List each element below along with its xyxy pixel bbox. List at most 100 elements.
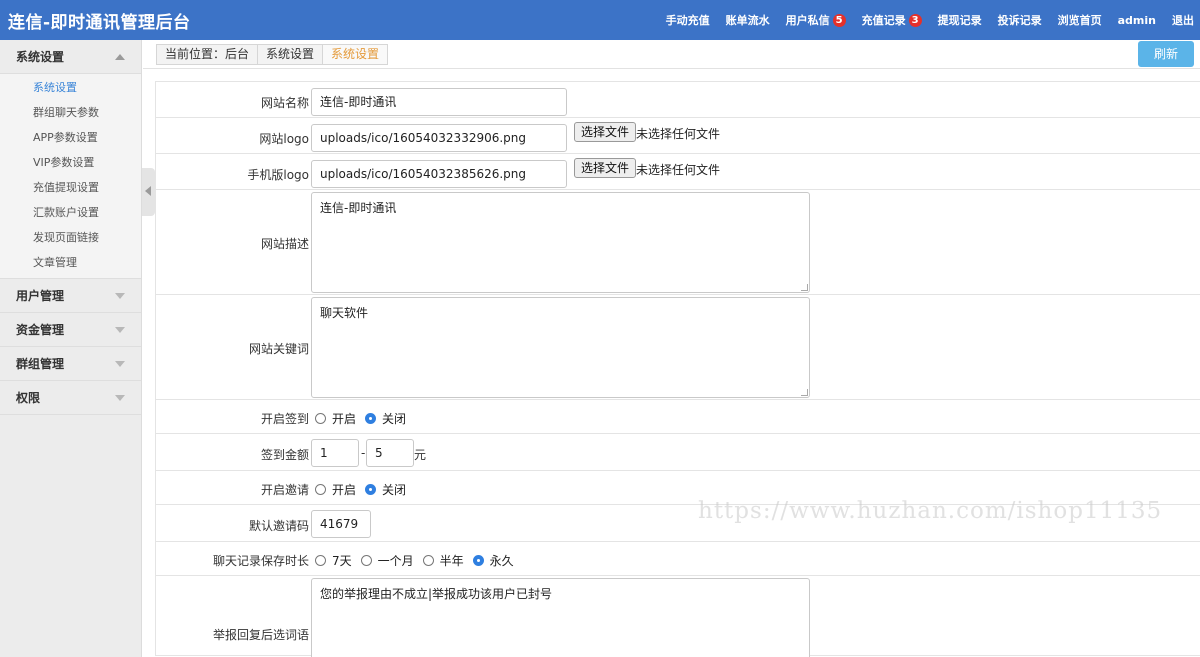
sidebar-item-app-params[interactable]: APP参数设置 [0,125,141,150]
radio-icon[interactable] [315,555,326,566]
sidebar-section-permissions[interactable]: 权限 [0,381,141,415]
refresh-button[interactable]: 刷新 [1138,41,1194,67]
invite-radio-group: 开启 关闭 [315,481,415,498]
sidebar-item-system-settings[interactable]: 系统设置 [0,75,141,100]
site-logo-path-input[interactable]: uploads/ico/16054032332906.png [311,124,567,152]
nav-admin-user[interactable]: admin [1118,12,1156,28]
section-label: 系统设置 [16,50,65,64]
resize-handle-icon[interactable] [801,284,808,291]
field-label: 开启签到 [260,412,309,426]
checkin-amount-max-input[interactable]: 5 [366,439,414,467]
chevron-up-icon [115,54,125,60]
form-row-report-reply: 举报回复后选词语 您的举报理由不成立|举报成功该用户已封号 [155,576,1200,657]
chevron-down-icon [115,361,125,367]
top-bar: 连信-即时通讯管理后台 手动充值 账单流水 用户私信 5 充值记录 3 提现记录 投… [0,0,1200,40]
retention-option-halfyear[interactable]: 半年 [422,552,464,569]
nav-browse-home[interactable]: 浏览首页 [1058,12,1102,28]
resize-handle-icon[interactable] [801,389,808,396]
field-label: 签到金额 [260,448,309,462]
site-keywords-textarea[interactable]: 聊天软件 [311,297,810,398]
sidebar-section-system-settings[interactable]: 系统设置 [0,40,141,74]
report-reply-textarea[interactable]: 您的举报理由不成立|举报成功该用户已封号 [311,578,810,657]
mobile-logo-path-input[interactable]: uploads/ico/16054032385626.png [311,160,567,188]
watermark-text: https://www.huzhan.com/ishop11135 [698,498,1163,524]
site-description-textarea[interactable]: 连信-即时通讯 [311,192,810,293]
form-row-checkin-amount: 签到金额 1 - 5 元 [155,434,1200,471]
form-row-mobile-logo: 手机版logo uploads/ico/16054032385626.png 选… [155,154,1200,190]
sidebar-item-recharge-withdraw[interactable]: 充值提现设置 [0,175,141,200]
option-label: 永久 [489,554,514,568]
nav-label: 浏览首页 [1057,14,1102,27]
form-row-site-logo: 网站logo uploads/ico/16054032332906.png 选择… [155,118,1200,154]
sidebar-item-vip-params[interactable]: VIP参数设置 [0,150,141,175]
nav-user-messages[interactable]: 用户私信 5 [786,12,846,28]
field-label: 举报回复后选词语 [212,628,309,642]
radio-icon[interactable] [315,484,326,495]
textarea-value: 连信-即时通讯 [320,201,397,215]
settings-form: 网站名称 连信-即时通讯 网站logo uploads/ico/16054032… [155,81,1200,657]
chat-retention-radio-group: 7天 一个月 半年 永久 [315,552,523,569]
nav-withdraw-records[interactable]: 提现记录 [938,12,982,28]
sidebar-item-group-chat-params[interactable]: 群组聊天参数 [0,100,141,125]
nav-logout[interactable]: 退出 [1172,12,1194,28]
breadcrumb-level1[interactable]: 系统设置 [258,45,324,64]
field-label: 网站关键词 [248,342,309,356]
sidebar-section-funds-management[interactable]: 资金管理 [0,313,141,347]
nav-complaint-records[interactable]: 投诉记录 [998,12,1042,28]
option-label: 7天 [332,554,352,568]
breadcrumb: 当前位置：后台 系统设置 系统设置 [156,44,389,65]
checkin-option-off[interactable]: 关闭 [365,410,406,427]
breadcrumb-current: 系统设置 [323,45,388,64]
retention-option-forever[interactable]: 永久 [472,552,514,569]
retention-option-1month[interactable]: 一个月 [360,552,414,569]
nav-label: admin [1117,13,1156,27]
option-label: 一个月 [377,554,414,568]
chevron-down-icon [115,395,125,401]
field-label: 网站名称 [260,96,309,110]
checkin-amount-min-input[interactable]: 1 [311,439,359,467]
invite-option-off[interactable]: 关闭 [365,481,406,498]
radio-icon[interactable] [360,555,372,566]
radio-selected-icon[interactable] [472,555,484,566]
chevron-down-icon [115,293,125,299]
nav-manual-recharge[interactable]: 手动充值 [666,12,710,28]
site-logo-choose-file-button[interactable]: 选择文件 [574,122,637,142]
retention-option-7days[interactable]: 7天 [315,552,352,569]
section-label: 资金管理 [16,323,65,337]
field-label: 聊天记录保存时长 [212,554,309,568]
section-label: 群组管理 [16,357,65,371]
sidebar-item-discover-links[interactable]: 发现页面链接 [0,225,141,250]
checkin-option-on[interactable]: 开启 [315,410,356,427]
sidebar-item-remit-account[interactable]: 汇款账户设置 [0,200,141,225]
form-row-site-description: 网站描述 连信-即时通讯 [155,190,1200,295]
site-name-input[interactable]: 连信-即时通讯 [311,88,567,116]
checkin-radio-group: 开启 关闭 [315,410,415,427]
messages-count-badge: 5 [832,13,846,27]
section-label: 权限 [16,391,41,405]
radio-selected-icon[interactable] [365,413,377,424]
sidebar-section-user-management[interactable]: 用户管理 [0,279,141,313]
nav-bill-flow[interactable]: 账单流水 [726,12,770,28]
option-label: 关闭 [382,412,407,426]
sidebar-collapse-toggle[interactable] [142,168,155,216]
sidebar-subitems: 系统设置 群组聊天参数 APP参数设置 VIP参数设置 充值提现设置 汇款账户设… [0,74,141,279]
sidebar-section-group-management[interactable]: 群组管理 [0,347,141,381]
radio-selected-icon[interactable] [365,484,377,495]
radio-icon[interactable] [422,555,434,566]
breadcrumb-home[interactable]: 当前位置：后台 [157,45,259,64]
textarea-value: 您的举报理由不成立|举报成功该用户已封号 [320,587,553,601]
invite-option-on[interactable]: 开启 [315,481,356,498]
nav-label: 投诉记录 [997,14,1042,27]
breadcrumb-bar: 当前位置：后台 系统设置 系统设置 刷新 [143,40,1200,69]
mobile-logo-file-status: 未选择任何文件 [636,163,721,177]
default-invite-code-input[interactable]: 41679 [311,510,371,538]
nav-label: 手动充值 [665,14,710,27]
nav-recharge-records[interactable]: 充值记录 3 [862,12,922,28]
sidebar-item-articles[interactable]: 文章管理 [0,250,141,275]
form-row-chat-retention: 聊天记录保存时长 7天 一个月 半年 永久 [155,542,1200,576]
radio-icon[interactable] [315,413,326,424]
recharge-count-badge: 3 [908,13,922,27]
mobile-logo-choose-file-button[interactable]: 选择文件 [574,158,637,178]
textarea-value: 聊天软件 [320,306,369,320]
field-label: 网站logo [259,132,309,146]
